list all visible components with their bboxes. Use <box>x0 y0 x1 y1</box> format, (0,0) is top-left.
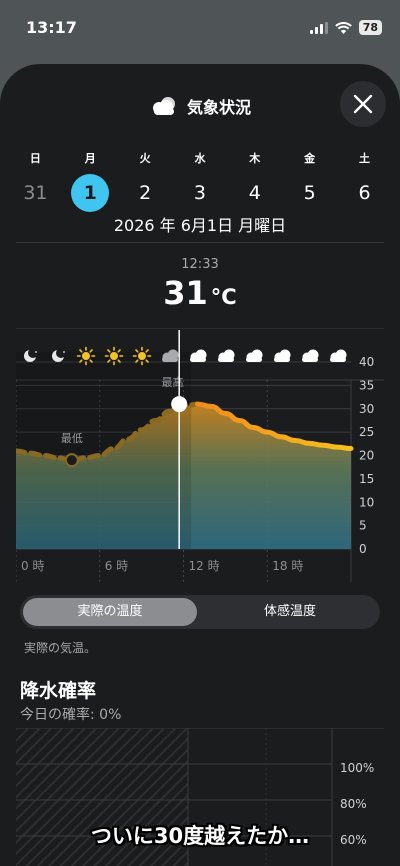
x-tick-label: 12 時 <box>189 559 220 573</box>
day-number[interactable]: 6 <box>345 174 383 212</box>
close-button[interactable] <box>340 81 386 127</box>
min-marker <box>64 453 79 468</box>
battery-indicator: 78 <box>358 20 382 35</box>
y-tick-label: 25 <box>359 425 374 439</box>
day-number[interactable]: 31 <box>16 174 54 212</box>
selected-date: 2026 年 6月1日 月曜日 <box>113 216 287 235</box>
y-tick-label: 5 <box>359 519 367 533</box>
x-tick-label: 0 時 <box>21 559 44 573</box>
temperature-chart-svg[interactable]: 最低 最高 0 5 10 15 20 25 30 35 40 0 時 6 時 12 時 18 時 <box>13 327 384 588</box>
y-tick-label: 35 <box>359 378 374 392</box>
y-tick-label: 15 <box>359 472 374 486</box>
x-tick-label: 6 時 <box>105 559 128 573</box>
day-number[interactable]: 3 <box>181 174 219 212</box>
sheet-title: 気象状況 <box>186 98 251 117</box>
day-item[interactable]: 土6 <box>337 150 392 212</box>
current-time-marker <box>171 396 188 413</box>
temperature-chart[interactable]: 最低 最高 0 5 10 15 20 25 30 35 40 0 時 6 時 12 時 18 時 <box>13 327 384 588</box>
max-label: 最高 <box>162 375 184 389</box>
day-number[interactable]: 4 <box>236 174 274 212</box>
day-name: 土 <box>358 152 370 165</box>
x-tick-label: 18 時 <box>272 559 303 573</box>
wifi-icon <box>334 21 352 34</box>
day-item[interactable]: 火2 <box>118 150 173 212</box>
day-item[interactable]: 月1 <box>63 150 118 212</box>
y-tick-label: 20 <box>359 449 374 463</box>
signal-icon <box>309 21 328 34</box>
weather-sheet: 気象状況 日 31 月 1 火 2 水 3 木 4 金 5 土 6 2026 年 6月1日 月曜日 12:… <box>0 64 400 866</box>
close-icon <box>353 94 373 114</box>
day-item[interactable]: 金5 <box>282 150 337 212</box>
temperature-mode-toggle: 実際の温度 体感温度 <box>20 595 380 629</box>
caption-overlay: ついに30度越えたか… <box>90 824 310 848</box>
y-tick-label: 30 <box>359 402 374 416</box>
y-tick-label: 0 <box>359 542 367 556</box>
day-picker: 日 31 月 1 火 2 水 3 木 4 金 5 土 6 <box>8 150 392 212</box>
day-item[interactable]: 日 31 <box>8 150 63 212</box>
day-number[interactable]: 5 <box>291 174 329 212</box>
day-number[interactable]: 1 <box>71 174 110 212</box>
day-name: 月 <box>84 152 96 165</box>
precip-title: 降水確率 <box>20 680 97 702</box>
actual-temp-tab[interactable]: 実際の温度 <box>23 598 197 626</box>
temperature-unit: °C <box>210 285 237 309</box>
feels-like-tab[interactable]: 体感温度 <box>203 598 377 626</box>
day-item[interactable]: 水3 <box>173 150 228 212</box>
day-name: 金 <box>304 152 316 165</box>
divider <box>16 242 384 243</box>
min-label: 最低 <box>61 432 83 445</box>
selected-temperature: 31 °C <box>0 274 400 312</box>
precip-y-tick-label: 100% <box>340 761 374 775</box>
day-name: 水 <box>194 152 206 165</box>
y-tick-label: 10 <box>359 495 374 509</box>
chart-description: 実際の気温。 <box>24 641 97 655</box>
day-item[interactable]: 木4 <box>227 150 282 212</box>
cloud-icon <box>152 97 175 115</box>
y-tick-label: 40 <box>359 355 374 369</box>
day-number[interactable]: 2 <box>126 174 164 212</box>
status-bar: 13:17 78 <box>0 0 400 60</box>
selected-time: 12:33 <box>181 257 219 272</box>
day-name: 日 <box>29 152 41 165</box>
precip-y-tick-label: 80% <box>340 797 367 811</box>
day-name: 木 <box>249 152 261 165</box>
day-name: 火 <box>139 152 151 165</box>
temperature-value: 31 <box>163 274 208 312</box>
status-icons: 78 <box>309 20 382 35</box>
status-time: 13:17 <box>26 18 77 37</box>
precip-subtitle: 今日の確率: 0% <box>20 707 122 723</box>
